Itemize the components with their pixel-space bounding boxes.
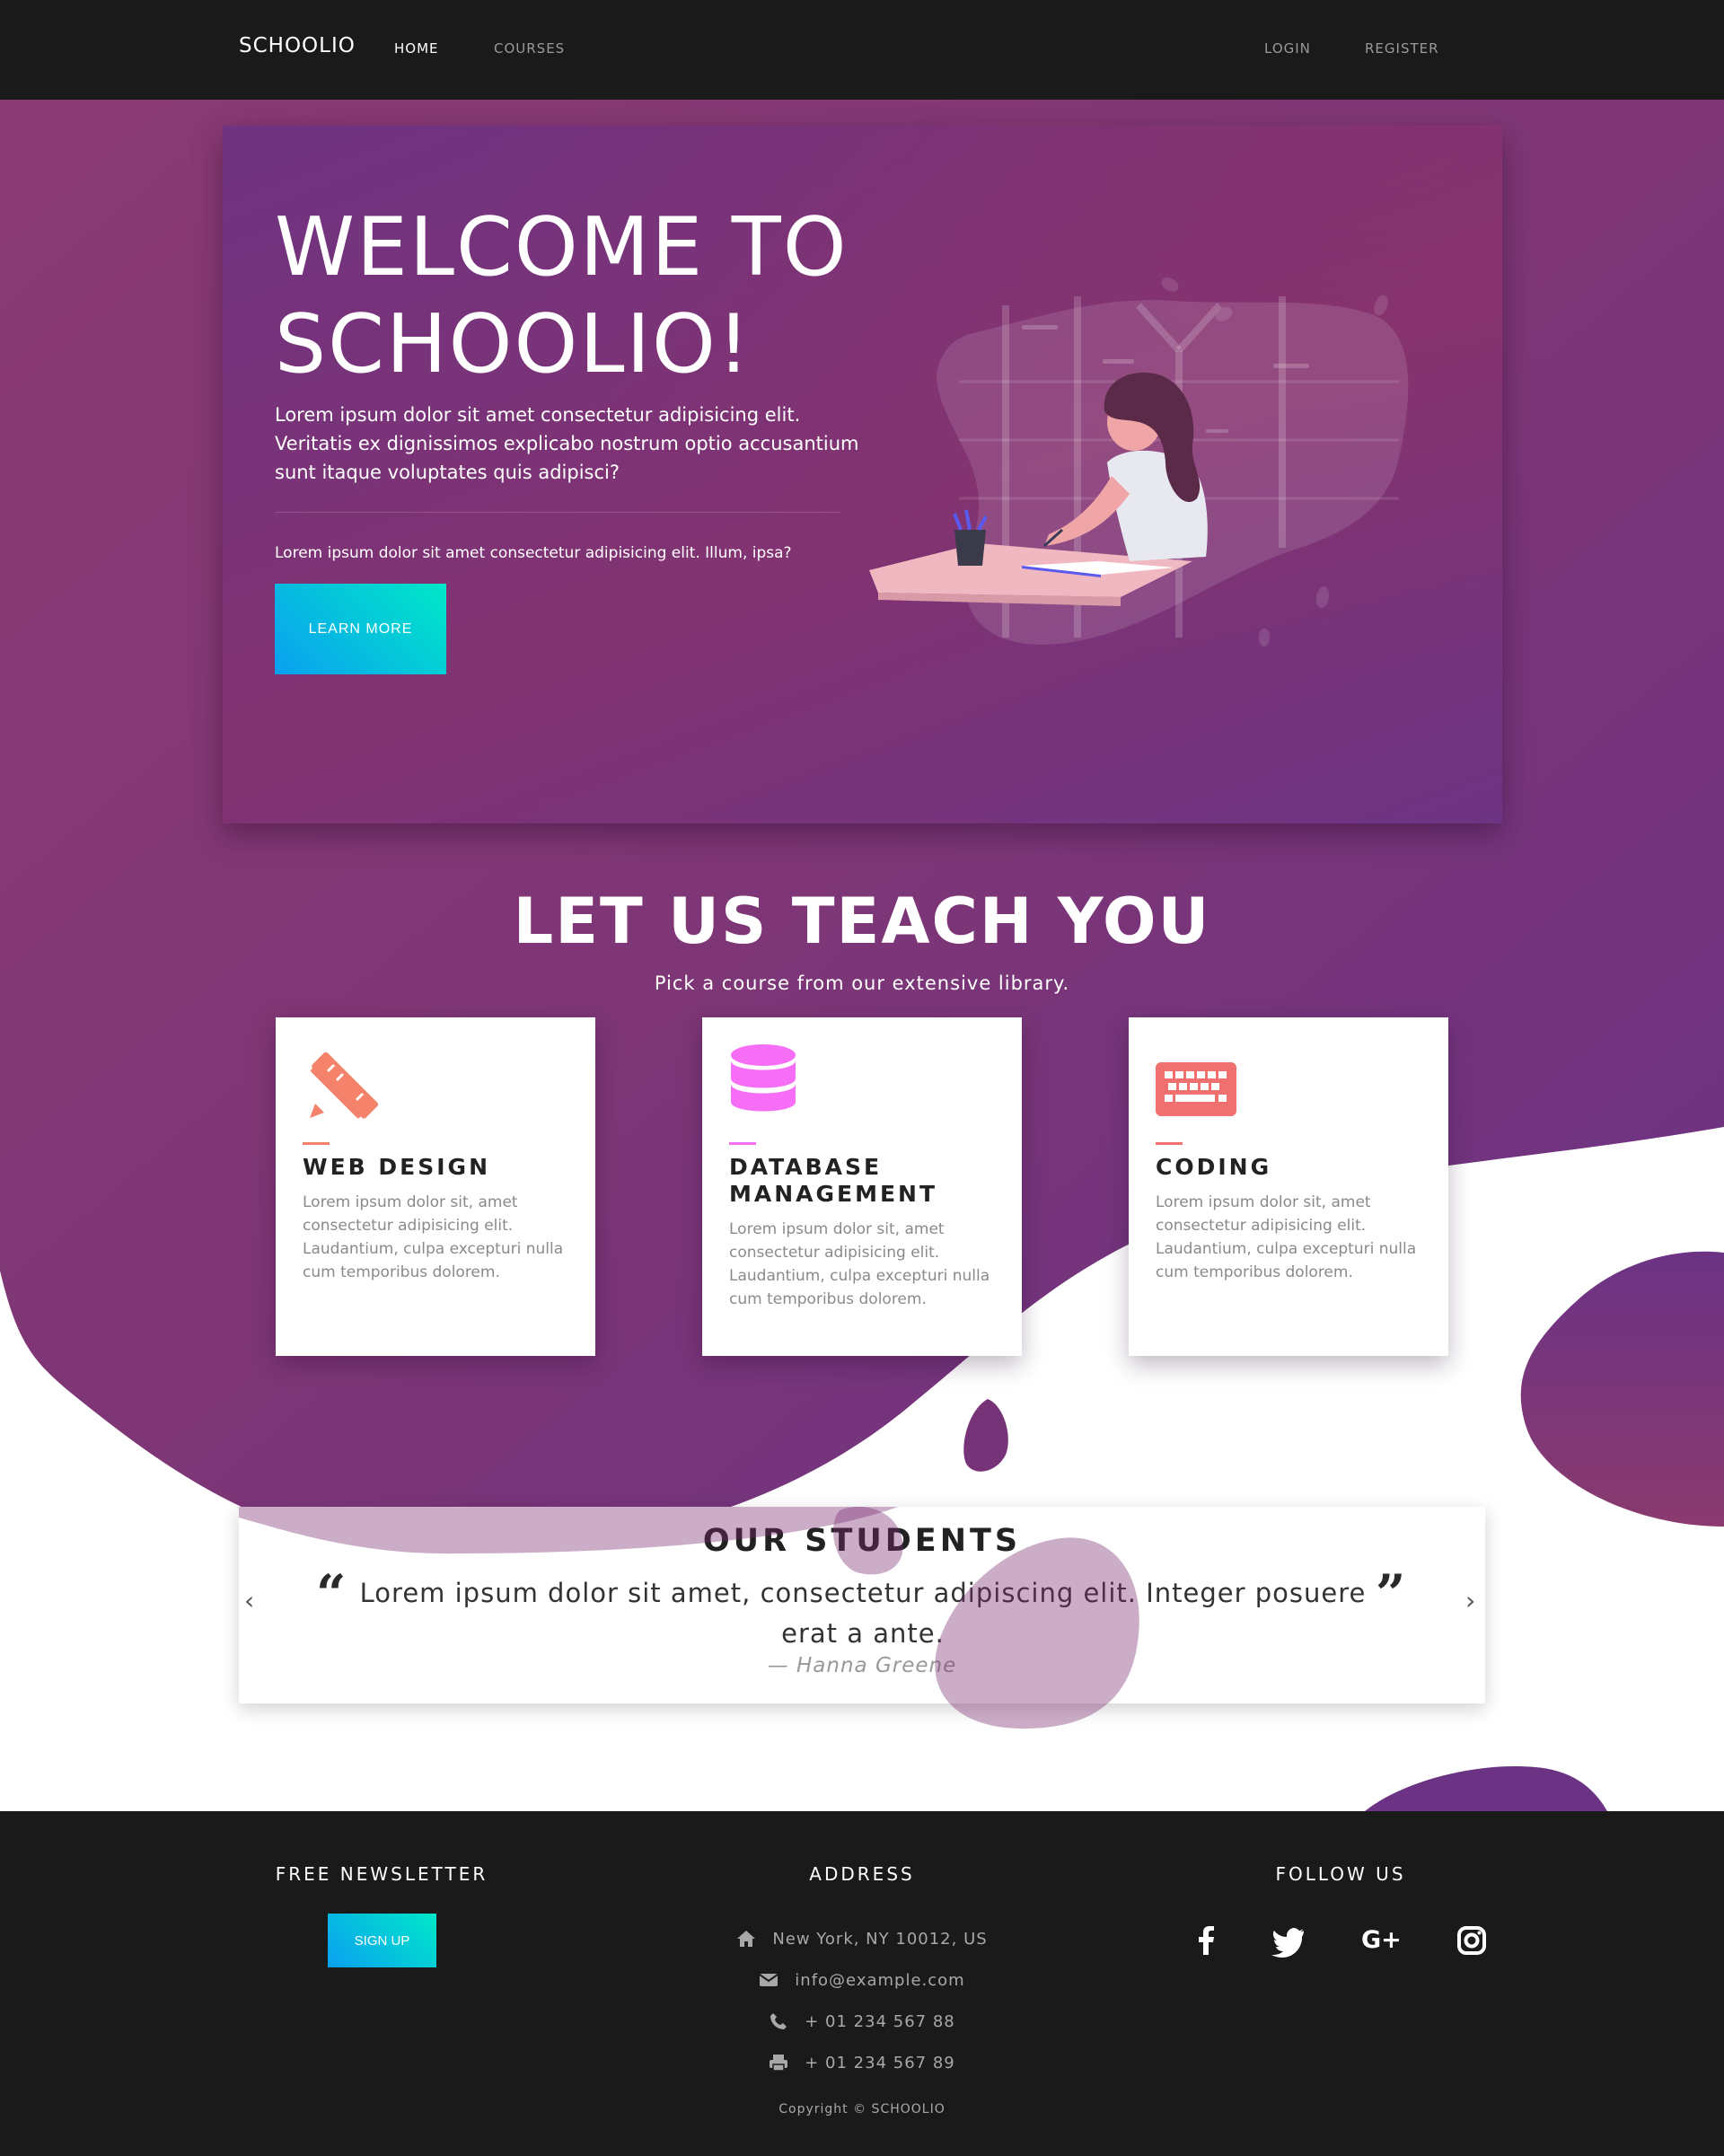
email-row: info@example.com: [629, 1967, 1095, 1993]
copyright-text: Copyright © SCHOOLIO: [778, 2102, 946, 2116]
hero-small-text: Lorem ipsum dolor sit amet consectetur a…: [275, 544, 792, 562]
testimonial-author: — Hanna Greene: [767, 1654, 957, 1677]
course-title: CODING: [1156, 1154, 1272, 1180]
course-card-web-design[interactable]: WEB DESIGN Lorem ipsum dolor sit, amet c…: [276, 1017, 595, 1356]
google-plus-icon[interactable]: G+: [1361, 1923, 1402, 1958]
fax-text: + 01 234 567 89: [805, 2053, 955, 2072]
courses-section-title: LET US TEACH YOU: [513, 884, 1211, 958]
home-icon: [737, 1931, 756, 1947]
course-title: DATABASE MANAGEMENT: [729, 1154, 938, 1207]
hero-title: WELCOME TO SCHOOLIO!: [275, 199, 903, 393]
hero-lead-text: Lorem ipsum dolor sit amet consectetur a…: [275, 404, 859, 483]
phone-text: + 01 234 567 88: [805, 2011, 955, 2031]
print-icon: [770, 2055, 788, 2072]
card-accent-dash: [303, 1142, 330, 1145]
database-icon: [731, 1044, 796, 1112]
courses-section-subtitle: Pick a course from our extensive library…: [654, 972, 1070, 994]
brand-logo[interactable]: SCHOOLIO: [239, 34, 356, 57]
card-accent-dash: [1156, 1142, 1183, 1145]
newsletter-heading: FREE NEWSLETTER: [275, 1863, 488, 1885]
right-blob-shape: [1520, 1251, 1724, 1527]
course-card-coding[interactable]: CODING Lorem ipsum dolor sit, amet conse…: [1129, 1017, 1448, 1356]
follow-heading: FOLLOW US: [1275, 1863, 1406, 1885]
address-row: New York, NY 10012, US: [629, 1925, 1095, 1952]
course-card-database[interactable]: DATABASE MANAGEMENT Lorem ipsum dolor si…: [702, 1017, 1022, 1356]
nav-login-link[interactable]: LOGIN: [1264, 40, 1311, 57]
card-accent-dash: [729, 1142, 756, 1145]
address-heading: ADDRESS: [809, 1863, 915, 1885]
phone-row: + 01 234 567 88: [629, 2008, 1095, 2035]
twitter-icon[interactable]: [1271, 1923, 1307, 1958]
course-description: Lorem ipsum dolor sit, amet consectetur …: [1156, 1193, 1417, 1281]
testimonial-title: OUR STUDENTS: [702, 1523, 1022, 1559]
footer-blob-shape: [1365, 1766, 1607, 1811]
hero-title-line2: SCHOOLIO!: [275, 297, 752, 392]
fax-row: + 01 234 567 89: [629, 2049, 1095, 2076]
nav-home-link[interactable]: HOME: [394, 40, 439, 57]
quote-close-icon: ”: [1376, 1563, 1406, 1624]
hero-section: WELCOME TO SCHOOLIO! Lorem ipsum dolor s…: [223, 126, 1502, 823]
phone-icon: [770, 2013, 787, 2029]
quote-open-icon: “: [316, 1563, 347, 1624]
pencil-ruler-icon: [310, 1052, 379, 1119]
droplet-shape: [963, 1399, 1008, 1472]
facebook-icon[interactable]: [1189, 1923, 1225, 1958]
carousel-prev-icon[interactable]: ‹: [244, 1586, 254, 1615]
keyboard-icon: [1156, 1062, 1236, 1116]
hero-title-line1: WELCOME TO: [275, 200, 849, 295]
nav-courses-link[interactable]: COURSES: [494, 40, 565, 57]
course-description: Lorem ipsum dolor sit, amet consectetur …: [729, 1220, 990, 1308]
testimonial-carousel: OUR STUDENTS “ ” Lorem ipsum dolor sit a…: [239, 1507, 1485, 1703]
carousel-next-icon[interactable]: ›: [1465, 1586, 1475, 1615]
navbar: SCHOOLIO HOME COURSES LOGIN REGISTER: [0, 0, 1724, 100]
instagram-icon[interactable]: [1454, 1923, 1490, 1958]
course-description: Lorem ipsum dolor sit, amet consectetur …: [303, 1193, 564, 1281]
email-text[interactable]: info@example.com: [795, 1971, 964, 1990]
envelope-icon: [759, 1974, 778, 1986]
address-text: New York, NY 10012, US: [772, 1929, 988, 1949]
hero-divider: [275, 512, 840, 513]
student-illustration: [869, 277, 1409, 647]
course-title: WEB DESIGN: [303, 1154, 490, 1180]
nav-register-link[interactable]: REGISTER: [1365, 40, 1439, 57]
testimonial-quote: Lorem ipsum dolor sit amet, consectetur …: [359, 1578, 1367, 1649]
sign-up-button[interactable]: SIGN UP: [328, 1914, 436, 1967]
learn-more-button[interactable]: LEARN MORE: [275, 584, 446, 674]
